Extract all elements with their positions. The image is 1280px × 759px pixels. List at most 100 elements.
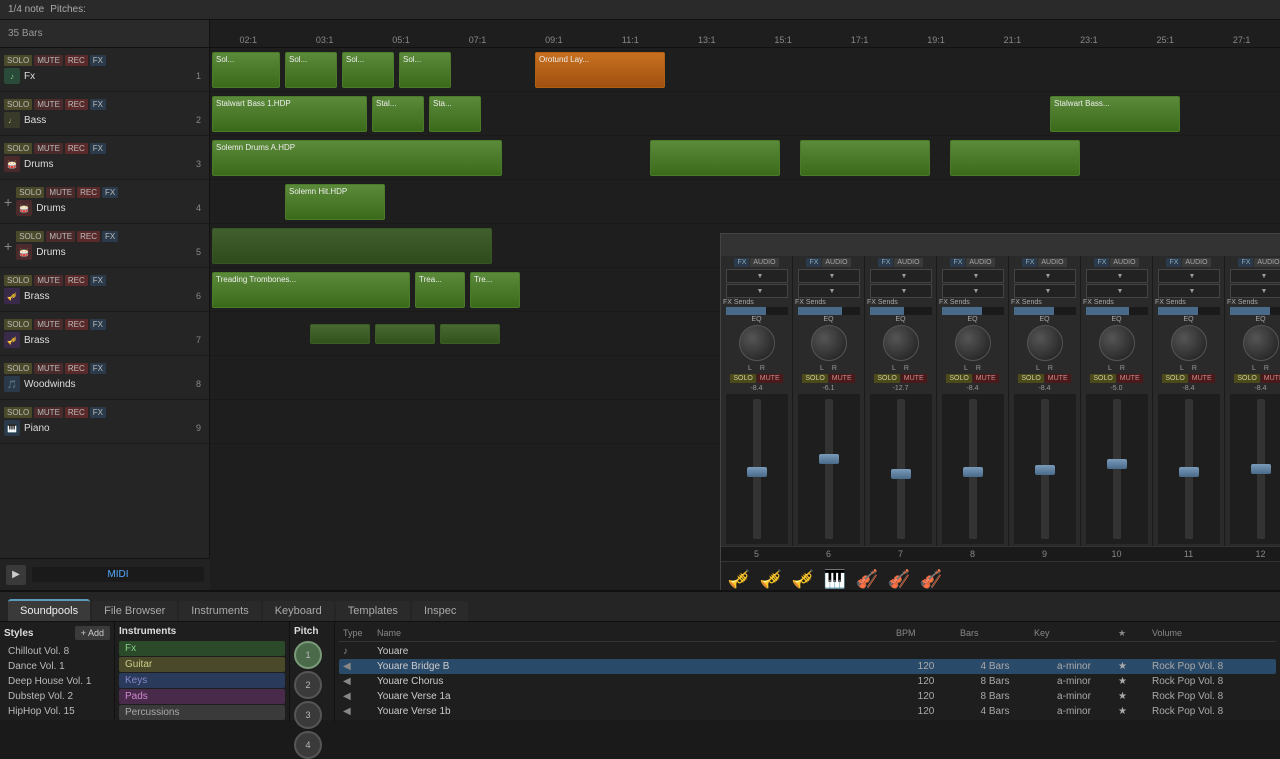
channel-dropdown[interactable]: ▼ [1086, 269, 1148, 283]
clip[interactable] [212, 228, 492, 264]
solo-button[interactable]: SOLO [4, 275, 32, 286]
tab-soundpools[interactable]: Soundpools [8, 599, 90, 621]
channel-dropdown[interactable]: ▼ [798, 269, 860, 283]
clip[interactable] [650, 140, 780, 176]
clip[interactable]: Treading Trombones... [212, 272, 410, 308]
channel-fader-handle[interactable] [1035, 465, 1055, 475]
mute-button[interactable]: MUTE [46, 187, 75, 198]
tab-templates[interactable]: Templates [336, 601, 410, 621]
channel-fx-button[interactable]: FX [950, 258, 965, 267]
clip[interactable] [310, 324, 370, 344]
clip[interactable]: Stalwart Bass... [1050, 96, 1180, 132]
channel-fx-button[interactable]: FX [878, 258, 893, 267]
result-row[interactable]: ♪ Youare [339, 644, 1276, 659]
fx-button[interactable]: FX [90, 143, 106, 154]
channel-fx-button[interactable]: FX [1022, 258, 1037, 267]
result-row[interactable]: ◀ Youare Bridge B 120 4 Bars a-minor ★ R… [339, 659, 1276, 674]
channel-send-dropdown[interactable]: ▼ [1230, 284, 1280, 298]
clip[interactable]: Stal... [372, 96, 424, 132]
channel-knob[interactable] [883, 325, 919, 361]
fx-button[interactable]: FX [90, 275, 106, 286]
channel-solo-button[interactable]: SOLO [1162, 374, 1187, 383]
channel-mute-button[interactable]: MUTE [973, 374, 999, 383]
rec-button[interactable]: REC [65, 99, 88, 110]
channel-solo-button[interactable]: SOLO [802, 374, 827, 383]
channel-solo-button[interactable]: SOLO [874, 374, 899, 383]
channel-audio-button[interactable]: AUDIO [966, 258, 994, 267]
clip[interactable]: Sol... [399, 52, 451, 88]
instrument-item[interactable]: Guitar [119, 657, 285, 672]
channel-knob[interactable] [811, 325, 847, 361]
rec-button[interactable]: REC [65, 407, 88, 418]
channel-send-dropdown[interactable]: ▼ [1086, 284, 1148, 298]
channel-fader-handle[interactable] [1107, 459, 1127, 469]
clip[interactable]: Trea... [415, 272, 465, 308]
channel-knob[interactable] [1099, 325, 1135, 361]
style-item[interactable]: Chillout Vol. 8 [4, 644, 110, 659]
channel-fx-button[interactable]: FX [806, 258, 821, 267]
channel-mute-button[interactable]: MUTE [829, 374, 855, 383]
clip[interactable]: Sol... [285, 52, 337, 88]
channel-dropdown[interactable]: ▼ [726, 269, 788, 283]
channel-dropdown[interactable]: ▼ [1158, 269, 1220, 283]
clip[interactable] [800, 140, 930, 176]
instrument-item[interactable]: Pads [119, 689, 285, 704]
style-item[interactable]: Dance Vol. 1 [4, 659, 110, 674]
timeline-ruler[interactable]: 02:1 03:1 05:1 07:1 09:1 11:1 13:1 15:1 … [210, 20, 1280, 47]
channel-knob[interactable] [955, 325, 991, 361]
fx-button[interactable]: FX [90, 55, 106, 66]
channel-audio-button[interactable]: AUDIO [1110, 258, 1138, 267]
solo-button[interactable]: SOLO [16, 231, 44, 242]
channel-mute-button[interactable]: MUTE [1261, 374, 1280, 383]
channel-fx-button[interactable]: FX [1094, 258, 1109, 267]
channel-fx-button[interactable]: FX [1166, 258, 1181, 267]
solo-button[interactable]: SOLO [4, 319, 32, 330]
pitch-item[interactable]: 2 [294, 671, 322, 699]
channel-knob[interactable] [1171, 325, 1207, 361]
clip[interactable]: Tre... [470, 272, 520, 308]
clip[interactable]: Sta... [429, 96, 481, 132]
clip[interactable]: Solemn Drums A.HDP [212, 140, 502, 176]
play-button[interactable]: ▶ [6, 565, 26, 585]
channel-mute-button[interactable]: MUTE [1189, 374, 1215, 383]
channel-dropdown[interactable]: ▼ [1230, 269, 1280, 283]
channel-send-dropdown[interactable]: ▼ [1014, 284, 1076, 298]
style-item[interactable]: Deep House Vol. 1 [4, 674, 110, 689]
result-row[interactable]: ◀ Youare Verse 1a 120 8 Bars a-minor ★ R… [339, 689, 1276, 704]
clip[interactable]: Sol... [342, 52, 394, 88]
fx-button[interactable]: FX [90, 319, 106, 330]
rec-button[interactable]: REC [65, 319, 88, 330]
pitch-item[interactable]: 3 [294, 701, 322, 729]
channel-dropdown[interactable]: ▼ [942, 269, 1004, 283]
channel-audio-button[interactable]: AUDIO [1254, 258, 1280, 267]
channel-knob[interactable] [1027, 325, 1063, 361]
arrangement-view[interactable]: Sol... Sol... Sol... Sol... Orotund Lay.… [210, 48, 1280, 590]
solo-button[interactable]: SOLO [16, 187, 44, 198]
channel-knob[interactable] [1243, 325, 1279, 361]
mute-button[interactable]: MUTE [34, 55, 63, 66]
channel-send-dropdown[interactable]: ▼ [726, 284, 788, 298]
mute-button[interactable]: MUTE [34, 275, 63, 286]
style-item[interactable]: Dubstep Vol. 2 [4, 689, 110, 704]
channel-solo-button[interactable]: SOLO [946, 374, 971, 383]
channel-solo-button[interactable]: SOLO [730, 374, 755, 383]
clip[interactable] [375, 324, 435, 344]
channel-mute-button[interactable]: MUTE [1117, 374, 1143, 383]
mute-button[interactable]: MUTE [34, 319, 63, 330]
channel-audio-button[interactable]: AUDIO [1038, 258, 1066, 267]
clip[interactable] [950, 140, 1080, 176]
mute-button[interactable]: MUTE [34, 363, 63, 374]
channel-audio-button[interactable]: AUDIO [1182, 258, 1210, 267]
channel-solo-button[interactable]: SOLO [1234, 374, 1259, 383]
mute-button[interactable]: MUTE [34, 99, 63, 110]
add-style-button[interactable]: + Add [75, 626, 110, 640]
fx-button[interactable]: FX [102, 187, 118, 198]
clip[interactable] [440, 324, 500, 344]
mute-button[interactable]: MUTE [34, 407, 63, 418]
fx-button[interactable]: FX [90, 407, 106, 418]
channel-audio-button[interactable]: AUDIO [894, 258, 922, 267]
rec-button[interactable]: REC [65, 275, 88, 286]
channel-fader-handle[interactable] [819, 454, 839, 464]
channel-solo-button[interactable]: SOLO [1018, 374, 1043, 383]
clip[interactable]: Stalwart Bass 1.HDP [212, 96, 367, 132]
